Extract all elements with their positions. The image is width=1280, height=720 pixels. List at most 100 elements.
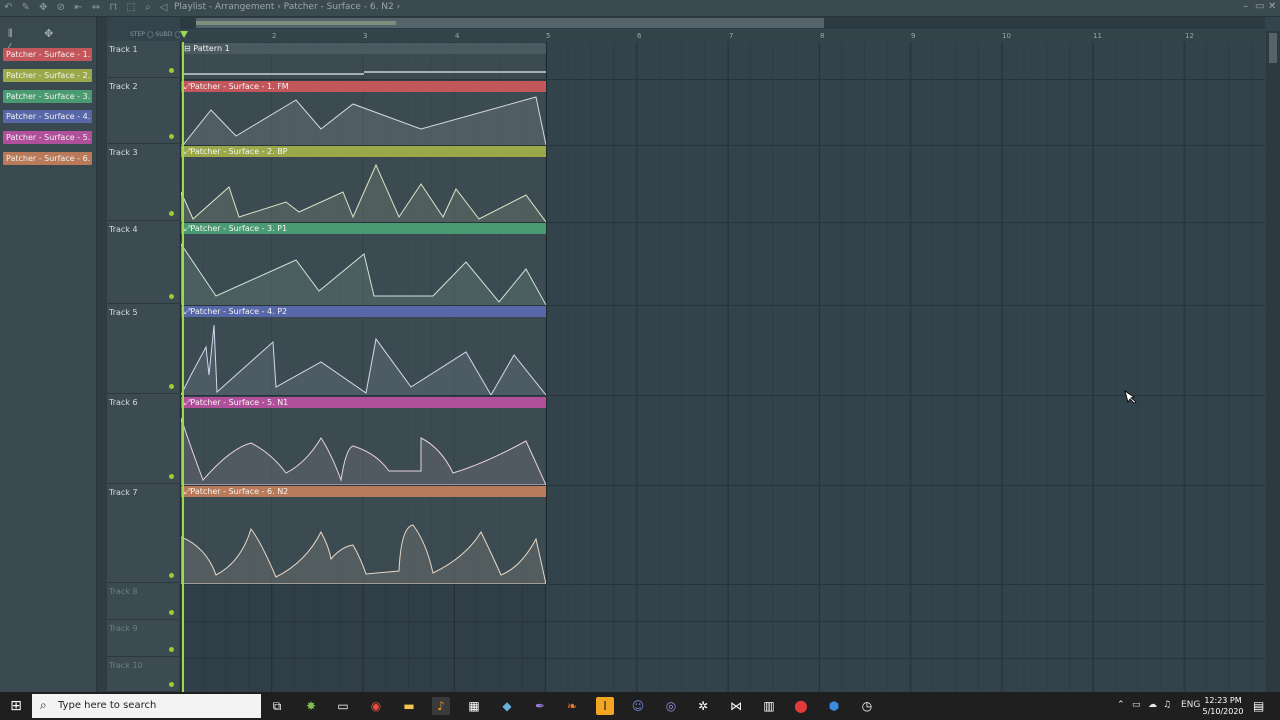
app-icon[interactable]: I <box>596 697 614 715</box>
overview-selection <box>196 21 396 25</box>
track-header[interactable]: Track 10 <box>107 657 179 692</box>
automation-curve <box>181 417 546 485</box>
maximize-button[interactable]: ▭ <box>1255 1 1264 12</box>
pattern-item[interactable]: Patcher - Surface - 2. BP <box>3 69 92 82</box>
ruler-bar-number: 4 <box>455 32 460 40</box>
track-header[interactable]: Track 5 <box>107 304 179 394</box>
tray-chevron-icon[interactable]: ⌃ <box>1117 700 1125 710</box>
vertical-scrollbar[interactable] <box>1266 31 1280 692</box>
clip-header[interactable]: ⤢Patcher - Surface - 6. N2 <box>181 486 546 497</box>
app-icon[interactable]: ✸ <box>302 697 320 715</box>
ruler-bar-number: 6 <box>637 32 642 40</box>
track-header[interactable]: Track 8 <box>107 583 179 620</box>
track-header[interactable]: Track 9 <box>107 620 179 657</box>
track-enable-led[interactable] <box>169 610 174 615</box>
search-placeholder: Type here to search <box>58 700 157 711</box>
task-view-icon[interactable]: ⧉ <box>268 697 286 715</box>
app-icon[interactable]: ⬤ <box>792 697 810 715</box>
settings-icon[interactable]: ✲ <box>694 697 712 715</box>
automation-curve <box>181 243 546 305</box>
tray-app-icon[interactable]: ▭ <box>1132 700 1141 710</box>
automation-curve <box>181 163 546 222</box>
ruler-bar-number: 5 <box>546 32 551 40</box>
track-divider <box>180 79 1265 80</box>
automation-curve <box>181 324 546 395</box>
pattern-clip[interactable]: ⊟ Pattern 1 <box>181 43 547 79</box>
pattern-item[interactable]: Patcher - Surface - 6. N2 <box>3 152 92 165</box>
volume-icon[interactable]: ♫ <box>1163 700 1171 710</box>
clock-app-icon[interactable]: ◷ <box>858 697 876 715</box>
playhead-line[interactable] <box>182 42 184 692</box>
clip-header[interactable]: ⤢Patcher - Surface - 3. P1 <box>181 223 546 234</box>
track-enable-led[interactable] <box>169 294 174 299</box>
snap-selector[interactable]: STEP ◯ SUBD ◯ <box>130 31 181 38</box>
fl-studio-icon[interactable]: ♪ <box>432 697 450 715</box>
clip-header[interactable]: ⤢Patcher - Surface - 4. P2 <box>181 306 546 317</box>
automation-clip[interactable]: ⤢Patcher - Surface - 5. N1 <box>181 397 547 485</box>
language-indicator[interactable]: ENG <box>1181 700 1200 710</box>
windows-start-icon[interactable]: ⊞ <box>0 692 32 720</box>
scrollbar-thumb[interactable] <box>196 18 824 28</box>
automation-clip[interactable]: ⤢Patcher - Surface - 1. FM <box>181 81 547 145</box>
app-icon[interactable]: ⋈ <box>727 697 745 715</box>
track-divider <box>180 621 1265 622</box>
clip-header[interactable]: ⤢Patcher - Surface - 2. BP <box>181 146 546 157</box>
ruler-bar-number: 12 <box>1185 32 1194 40</box>
ruler-bar-number: 8 <box>820 32 825 40</box>
playlist-tool-icons[interactable]: ↶ ✎ ✥ ⊘ ⇤ ⇔ ⊓ ⬚ ⌕ ◁ <box>4 2 170 13</box>
app-icon[interactable]: ◆ <box>498 697 516 715</box>
automation-clip[interactable]: ⤢Patcher - Surface - 4. P2 <box>181 306 547 395</box>
track-divider <box>180 584 1265 585</box>
feather-icon[interactable]: ✒ <box>531 697 549 715</box>
track-header[interactable]: Track 6 <box>107 394 179 484</box>
onedrive-icon[interactable]: ☁ <box>1148 700 1157 710</box>
file-explorer-icon[interactable]: ▬ <box>400 697 418 715</box>
ruler-bar-number: 10 <box>1002 32 1011 40</box>
app-icon[interactable]: ◎ <box>662 697 680 715</box>
track-enable-led[interactable] <box>169 384 174 389</box>
track-header[interactable]: Track 3 <box>107 144 179 221</box>
pattern-item[interactable]: Patcher - Surface - 5. N1 <box>3 131 92 144</box>
playhead-marker[interactable] <box>180 31 188 38</box>
track-enable-led[interactable] <box>169 134 174 139</box>
app-icon[interactable]: ⬢ <box>825 697 843 715</box>
clip-header[interactable]: ⤢Patcher - Surface - 5. N1 <box>181 397 546 408</box>
track-enable-led[interactable] <box>169 682 174 687</box>
ruler-bar-number: 11 <box>1093 32 1102 40</box>
clock-date: 5/10/2020 <box>1202 707 1244 716</box>
app-icon[interactable]: ▥ <box>760 697 778 715</box>
pattern-item[interactable]: Patcher - Surface - 1. FM <box>3 48 92 61</box>
terminal-icon[interactable]: ▭ <box>334 697 352 715</box>
clip-header[interactable]: ⊟ Pattern 1 <box>181 43 546 54</box>
track-enable-led[interactable] <box>169 474 174 479</box>
track-header[interactable]: Track 1 <box>107 41 179 78</box>
taskbar-search-box[interactable]: ⌕ Type here to search <box>32 694 261 718</box>
panel-divider[interactable] <box>97 17 107 692</box>
track-enable-led[interactable] <box>169 68 174 73</box>
taskbar-clock[interactable]: 12:23 PM 5/10/2020 <box>1200 695 1246 717</box>
track-header[interactable]: Track 4 <box>107 221 179 304</box>
track-enable-led[interactable] <box>169 211 174 216</box>
track-header[interactable]: Track 7 <box>107 484 179 583</box>
vertical-scrollbar-thumb[interactable] <box>1269 33 1277 63</box>
pattern-picker-panel: ⫴ ✥ ⁄ Patcher - Surface - 1. FM Patcher … <box>0 17 97 692</box>
discord-icon[interactable]: ☺ <box>629 697 647 715</box>
track-enable-led[interactable] <box>169 573 174 578</box>
pattern-item[interactable]: Patcher - Surface - 4. P2 <box>3 110 92 123</box>
track-enable-led[interactable] <box>169 647 174 652</box>
chrome-icon[interactable]: ◉ <box>367 697 385 715</box>
automation-clip[interactable]: ⤢Patcher - Surface - 6. N2 <box>181 486 547 584</box>
ruler-bar-number: 9 <box>911 32 916 40</box>
calculator-icon[interactable]: ▦ <box>465 697 483 715</box>
horizontal-scrollbar[interactable] <box>180 17 1265 29</box>
track-header[interactable]: Track 2 <box>107 78 179 144</box>
automation-clip[interactable]: ⤢Patcher - Surface - 2. BP <box>181 146 547 222</box>
pattern-item[interactable]: Patcher - Surface - 3. P1 <box>3 90 92 103</box>
window-title: Playlist - Arrangement › Patcher - Surfa… <box>174 2 401 12</box>
automation-clip[interactable]: ⤢Patcher - Surface - 3. P1 <box>181 223 547 305</box>
app-icon[interactable]: ❧ <box>563 697 581 715</box>
clip-header[interactable]: ⤢Patcher - Surface - 1. FM <box>181 81 546 92</box>
notification-icon[interactable]: ▤ <box>1253 699 1264 713</box>
minimize-button[interactable]: – <box>1243 1 1248 12</box>
close-button[interactable]: ✕ <box>1268 1 1276 12</box>
